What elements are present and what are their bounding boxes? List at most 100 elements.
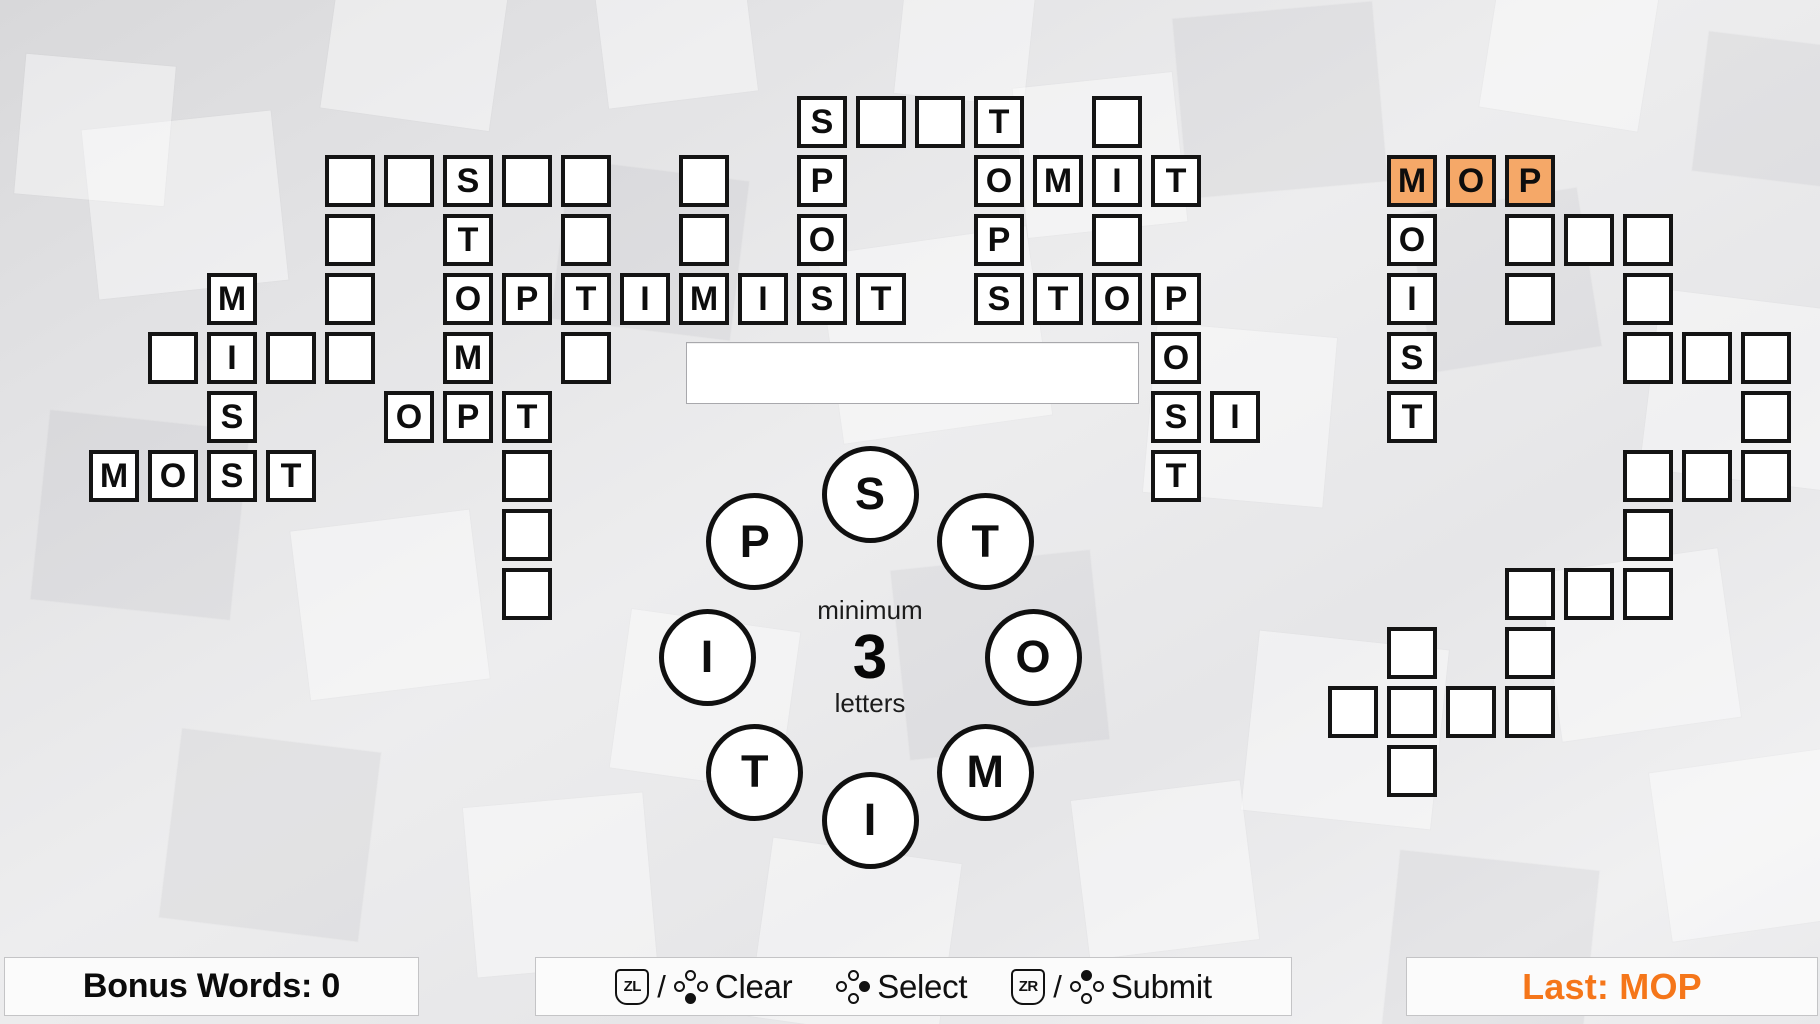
control-hint-label: Select [877,967,968,1005]
grid-cell-empty [561,214,611,266]
wheel-letter-i-4[interactable]: I [821,771,919,869]
face-button-n [1081,969,1093,981]
grid-cell-empty [1505,214,1555,266]
face-button-n [847,969,859,981]
grid-cell-empty [1623,568,1673,620]
face-button-s [685,992,697,1004]
control-hint-clear[interactable]: ZL / Clear [593,968,814,1006]
face-button-cluster-icon [1069,969,1104,1004]
grid-cell-filled: T [443,214,493,266]
bonus-words-label: Bonus Words: 0 [82,967,341,1005]
grid-cell-empty [1387,686,1437,738]
grid-cell-filled: M [443,332,493,384]
grid-cell-filled: S [974,273,1024,325]
grid-cell-empty [1092,96,1142,148]
wheel-letter-m-3[interactable]: M [936,723,1034,821]
grid-cell-empty [1505,686,1555,738]
grid-cell-empty [502,450,552,502]
grid-cell-empty [1623,450,1673,502]
grid-cell-empty [1623,214,1673,266]
grid-cell-filled: T [561,273,611,325]
grid-cell-empty [148,332,198,384]
grid-cell-empty [325,332,375,384]
grid-cell-filled: T [1151,450,1201,502]
minimum-top-label: minimum [817,595,923,626]
grid-cell-filled: I [207,332,257,384]
zl-shoulder-button-icon: ZL [615,968,650,1005]
grid-cell-filled: I [620,273,670,325]
grid-cell-filled: I [1387,273,1437,325]
grid-cell-filled: M [89,450,139,502]
grid-cell-empty [325,273,375,325]
grid-cell-filled: O [148,450,198,502]
grid-cell-empty [1623,273,1673,325]
grid-cell-filled: I [738,273,788,325]
control-hint-label: Clear [714,967,793,1005]
grid-cell-filled: M [1387,155,1437,207]
grid-cell-filled: M [207,273,257,325]
grid-cell-filled: T [1151,155,1201,207]
grid-cell-empty [1564,214,1614,266]
control-hint-select[interactable]: Select [814,968,989,1006]
zr-shoulder-label: ZR [1018,978,1039,995]
slash-separator: / [1053,968,1062,1004]
grid-cell-filled: I [1092,155,1142,207]
grid-cell-empty [1564,568,1614,620]
grid-cell-empty [1505,568,1555,620]
face-button-s [847,992,859,1004]
bonus-words-panel: Bonus Words: 0 [4,957,419,1016]
slash-separator: / [657,968,666,1004]
last-word-label: Last: MOP [1522,965,1702,1007]
grid-cell-empty [1446,686,1496,738]
grid-cell-empty [1741,450,1791,502]
last-word-panel: Last: MOP [1406,957,1818,1016]
grid-cell-empty [1623,509,1673,561]
grid-cell-filled: O [1387,214,1437,266]
face-button-e [859,981,871,992]
grid-cell-filled: P [1151,273,1201,325]
wheel-letter-i-6[interactable]: I [658,608,756,706]
control-hint-label: Submit [1110,967,1212,1005]
grid-cell-empty [1387,745,1437,797]
minimum-letter-count: 3 [852,622,888,692]
controls-panel: ZL / Clear Select ZR / Submit [535,957,1292,1016]
grid-cell-filled: S [207,391,257,443]
grid-cell-filled: O [1092,273,1142,325]
wheel-letter-p-7[interactable]: P [706,493,804,591]
grid-cell-empty [502,155,552,207]
grid-cell-filled: T [856,273,906,325]
wheel-letter-t-5[interactable]: T [706,723,804,821]
grid-cell-empty [1623,332,1673,384]
face-button-e [696,981,708,992]
grid-cell-filled: S [797,273,847,325]
control-hint-submit[interactable]: ZR / Submit [989,968,1234,1006]
grid-cell-filled: T [266,450,316,502]
wheel-letter-o-2[interactable]: O [984,608,1082,706]
game-screen: STSPOMITMOPTOPOMOPTIMISTSTOPIIMOSSOPTSIT… [0,0,1820,1024]
face-button-s [1081,992,1093,1004]
grid-cell-empty [325,155,375,207]
grid-cell-empty [1741,332,1791,384]
grid-cell-empty [1682,450,1732,502]
grid-cell-empty [1505,627,1555,679]
grid-cell-empty [561,155,611,207]
grid-cell-filled: T [1387,391,1437,443]
grid-cell-empty [561,332,611,384]
grid-cell-empty [679,155,729,207]
grid-cell-filled: M [679,273,729,325]
letter-wheel[interactable]: minimum 3 letters STOMITIP [658,432,1082,882]
grid-cell-empty [1092,214,1142,266]
face-button-e [1092,981,1104,992]
grid-cell-empty [679,214,729,266]
wheel-letter-t-1[interactable]: T [936,493,1034,591]
grid-cell-filled: S [797,96,847,148]
grid-cell-filled: S [1151,391,1201,443]
grid-cell-filled: T [1033,273,1083,325]
grid-cell-filled: P [443,391,493,443]
bottom-status-bar: Bonus Words: 0 ZL / Clear Select ZR / Submit L… [0,957,1820,1024]
grid-cell-filled: P [1505,155,1555,207]
word-entry-box[interactable] [686,342,1139,404]
zl-shoulder-label: ZL [623,978,642,995]
wheel-letter-s-0[interactable]: S [821,445,919,543]
grid-cell-empty [1387,627,1437,679]
